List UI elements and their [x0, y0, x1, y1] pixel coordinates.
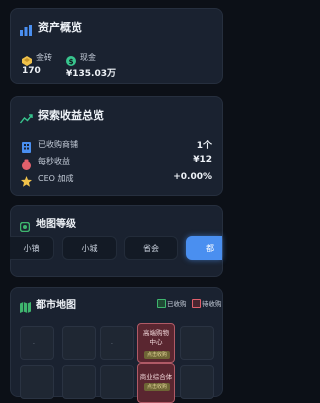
- per-second-value: ¥12: [193, 155, 212, 165]
- earnings-card: 探索收益总览 已收购商铺 1个 每秒收益 ¥12 CEO 加成 +0.00%: [10, 96, 223, 196]
- building-name: 商业综合体: [139, 373, 173, 381]
- building-name-line2: 中心: [149, 338, 163, 346]
- map-empty-lot[interactable]: [62, 326, 96, 360]
- building-name: 高端购物: [143, 329, 169, 337]
- per-second-label: 每秒收益: [38, 157, 70, 166]
- trend-up-icon: [19, 109, 33, 128]
- city-map-title: 都市地图: [36, 300, 76, 311]
- gold-value: 170: [22, 66, 41, 76]
- map-empty-lot[interactable]: [180, 365, 214, 399]
- cash-label: 现金: [80, 53, 96, 62]
- map-level-option-small-city[interactable]: 小城: [62, 236, 117, 260]
- legend-owned-label: 已收购: [167, 300, 187, 308]
- map-building-shopping-center[interactable]: 高端购物 中心 点击收购: [137, 323, 175, 363]
- ceo-bonus-label: CEO 加成: [38, 174, 74, 183]
- acquire-tag[interactable]: 点击收购: [144, 351, 170, 359]
- map-level-option-label: 小城: [81, 243, 98, 253]
- legend-pending-swatch: [192, 299, 201, 308]
- earnings-title: 探索收益总览: [38, 109, 104, 122]
- map-empty-lot[interactable]: [20, 365, 54, 399]
- map-icon: [20, 298, 31, 317]
- map-empty-lot[interactable]: [100, 326, 134, 360]
- map-dot: ·: [33, 341, 35, 348]
- map-level-option-label: 小镇: [23, 243, 40, 253]
- map-empty-lot[interactable]: [180, 326, 214, 360]
- assets-card: 资产概览 金砖 170 $ 现金 ¥135.03万: [10, 8, 223, 84]
- map-level-option-town[interactable]: 小镇: [10, 236, 54, 260]
- bar-chart-icon: [20, 21, 32, 40]
- legend-owned-swatch: [157, 299, 166, 308]
- map-level-option-metropolis[interactable]: 都: [186, 236, 222, 260]
- shops-acquired-value: 1个: [196, 141, 212, 151]
- shops-acquired-label: 已收购商铺: [38, 140, 78, 149]
- ceo-bonus-value: +0.00%: [173, 172, 212, 182]
- legend-pending-label: 待收购: [202, 300, 222, 308]
- map-empty-lot[interactable]: [20, 326, 54, 360]
- map-level-option-label: 都: [206, 243, 214, 253]
- star-icon: [21, 172, 32, 191]
- map-level-title: 地图等级: [36, 219, 76, 230]
- map-dot: ·: [111, 341, 113, 348]
- gold-label: 金砖: [36, 53, 52, 62]
- map-level-option-label: 省会: [143, 243, 159, 253]
- map-level-option-provincial-capital[interactable]: 省会: [124, 236, 178, 260]
- map-empty-lot[interactable]: [100, 365, 134, 399]
- assets-title: 资产概览: [38, 21, 82, 34]
- map-building-commercial-complex[interactable]: 商业综合体 点击收购: [137, 363, 175, 403]
- svg-text:$: $: [69, 58, 74, 66]
- map-level-dot-icon: [19, 217, 31, 236]
- map-empty-lot[interactable]: [62, 365, 96, 399]
- cash-value: ¥135.03万: [66, 69, 116, 79]
